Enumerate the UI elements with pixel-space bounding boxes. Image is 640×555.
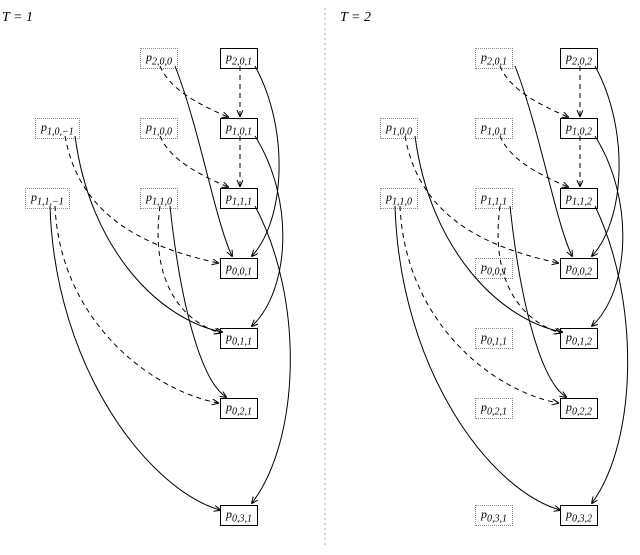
- edges-svg: [0, 0, 640, 555]
